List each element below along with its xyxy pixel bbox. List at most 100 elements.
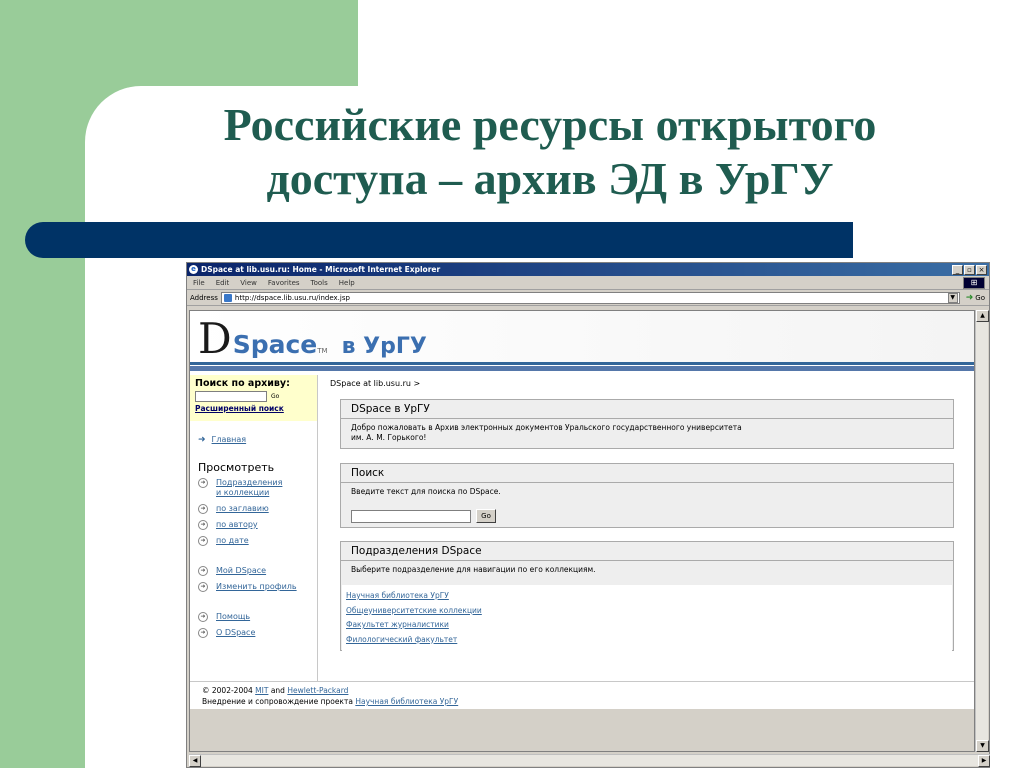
bullet-arrow-icon: ➜ xyxy=(198,566,208,576)
scroll-left-icon[interactable]: ◀ xyxy=(189,755,201,767)
home-link[interactable]: Главная xyxy=(212,435,247,445)
scroll-up-icon[interactable]: ▲ xyxy=(976,310,989,322)
communities-list: Научная библиотека УрГУ Общеуниверситетс… xyxy=(342,585,952,651)
vertical-scrollbar[interactable]: ▲ ▼ xyxy=(975,310,989,752)
communities-link-line1: Подразделения xyxy=(216,478,283,487)
menu-help[interactable]: Help xyxy=(339,279,355,287)
bullet-arrow-icon: ➜ xyxy=(198,478,208,488)
support-link[interactable]: Научная библиотека УрГУ xyxy=(355,697,458,706)
welcome-panel-text: Добро пожаловать в Архив электронных док… xyxy=(341,419,953,447)
horizontal-scrollbar[interactable]: ◀ ▶ xyxy=(189,754,990,767)
slide-title-line2: доступа – архив ЭД в УрГУ xyxy=(266,153,834,204)
dspace-logo[interactable]: D Space TM в УрГУ xyxy=(198,317,427,361)
sidebar-item-edit-profile[interactable]: ➜ Изменить профиль xyxy=(198,582,317,592)
sidebar: Поиск по архиву: Go Расширенный поиск ➜ … xyxy=(190,375,318,681)
sidebar-item-communities[interactable]: ➜ Подразделения и коллекции xyxy=(198,478,317,498)
browse-list: ➜ Подразделения и коллекции ➜ по заглави… xyxy=(190,478,317,638)
window-controls: _ ▫ × xyxy=(952,264,987,275)
bullet-arrow-icon: ➜ xyxy=(198,504,208,514)
logo-urgu: в УрГУ xyxy=(341,334,427,359)
slide-title-line1: Российские ресурсы открытого xyxy=(223,99,877,150)
welcome-text-line2: им. А. М. Горького! xyxy=(351,433,427,442)
sidebar-search-input[interactable] xyxy=(195,391,267,402)
logo-d: D xyxy=(198,314,232,363)
communities-link-line2: и коллекции xyxy=(216,488,270,497)
by-date-link[interactable]: по дате xyxy=(216,536,249,546)
help-link[interactable]: Помощь xyxy=(216,612,250,622)
close-button[interactable]: × xyxy=(976,264,987,275)
sidebar-search-go[interactable]: Go xyxy=(271,393,279,400)
bullet-arrow-icon: ➜ xyxy=(198,536,208,546)
logo-space: Space xyxy=(232,330,318,359)
copyright-prefix: © 2002-2004 xyxy=(202,686,253,695)
menu-edit[interactable]: Edit xyxy=(216,279,230,287)
address-url: http://dspace.lib.usu.ru/index.jsp xyxy=(234,293,350,302)
search-panel-text: Введите текст для поиска по DSpace. xyxy=(351,487,501,496)
main-search-go-button[interactable]: Go xyxy=(476,509,496,523)
page-icon xyxy=(223,293,232,302)
my-dspace-link[interactable]: Мой DSpace xyxy=(216,566,266,576)
bullet-arrow-icon: ➜ xyxy=(198,612,208,622)
main-search-input[interactable] xyxy=(351,509,471,523)
dspace-footer: © 2002-2004 MIT and Hewlett-Packard Внед… xyxy=(190,681,974,709)
communities-link[interactable]: Подразделения и коллекции xyxy=(216,478,282,498)
window-title: DSpace at lib.usu.ru: Home - Microsoft I… xyxy=(201,265,441,274)
breadcrumb[interactable]: DSpace at lib.usu.ru > xyxy=(320,375,974,392)
menu-favorites[interactable]: Favorites xyxy=(268,279,300,287)
mit-link[interactable]: MIT xyxy=(255,686,268,695)
support-prefix: Внедрение и сопровождение проекта xyxy=(202,697,353,706)
edit-profile-link[interactable]: Изменить профиль xyxy=(216,582,297,592)
communities-panel: Подразделения DSpace Выберите подразделе… xyxy=(340,541,954,651)
scroll-right-icon[interactable]: ▶ xyxy=(978,755,990,767)
copyright-line: © 2002-2004 MIT and Hewlett-Packard xyxy=(202,685,962,696)
bullet-arrow-icon: ➜ xyxy=(198,582,208,592)
copyright-and: and xyxy=(270,686,285,695)
scroll-down-icon[interactable]: ▼ xyxy=(976,740,989,752)
sidebar-search: Поиск по архиву: Go Расширенный поиск xyxy=(190,375,317,421)
sidebar-item-my-dspace[interactable]: ➜ Мой DSpace xyxy=(198,566,317,576)
address-dropdown-icon[interactable]: ▼ xyxy=(947,292,958,303)
advanced-search-link[interactable]: Расширенный поиск xyxy=(195,404,312,413)
browser-titlebar: e DSpace at lib.usu.ru: Home - Microsoft… xyxy=(187,263,989,276)
sidebar-item-about[interactable]: ➜ О DSpace xyxy=(198,628,317,638)
bullet-arrow-icon: ➜ xyxy=(198,520,208,530)
welcome-text-line1: Добро пожаловать в Архив электронных док… xyxy=(351,423,742,432)
community-link[interactable]: Научная библиотека УрГУ xyxy=(346,589,948,604)
menu-tools[interactable]: Tools xyxy=(311,279,328,287)
search-panel-title: Поиск xyxy=(341,464,953,483)
search-panel: Поиск Введите текст для поиска по DSpace… xyxy=(340,463,954,528)
go-arrow-icon: ➜ xyxy=(965,292,974,303)
community-link[interactable]: Общеуниверситетские коллекции xyxy=(346,604,948,619)
sidebar-item-home[interactable]: ➜ Главная xyxy=(190,435,317,445)
menu-view[interactable]: View xyxy=(240,279,257,287)
hp-link[interactable]: Hewlett-Packard xyxy=(287,686,348,695)
page-blank-area xyxy=(190,709,974,751)
address-input[interactable]: http://dspace.lib.usu.ru/index.jsp ▼ xyxy=(220,291,960,304)
by-author-link[interactable]: по автору xyxy=(216,520,258,530)
bullet-arrow-icon: ➜ xyxy=(198,628,208,638)
browser-window: e DSpace at lib.usu.ru: Home - Microsoft… xyxy=(186,262,990,768)
about-link[interactable]: О DSpace xyxy=(216,628,255,638)
dspace-header: D Space TM в УрГУ xyxy=(190,311,974,371)
slide-white-top xyxy=(358,0,1024,86)
sidebar-item-by-title[interactable]: ➜ по заглавию xyxy=(198,504,317,514)
minimize-button[interactable]: _ xyxy=(952,264,963,275)
page-viewport: D Space TM в УрГУ Поиск по архиву: Go Ра… xyxy=(189,310,975,752)
dspace-body: Поиск по архиву: Go Расширенный поиск ➜ … xyxy=(190,375,974,681)
menu-file[interactable]: File xyxy=(193,279,205,287)
communities-panel-title: Подразделения DSpace xyxy=(341,542,953,561)
welcome-panel: DSpace в УрГУ Добро пожаловать в Архив э… xyxy=(340,399,954,449)
community-link[interactable]: Филологический факультет xyxy=(346,633,948,648)
welcome-panel-title: DSpace в УрГУ xyxy=(341,400,953,419)
by-title-link[interactable]: по заглавию xyxy=(216,504,269,514)
support-line: Внедрение и сопровождение проекта Научна… xyxy=(202,696,962,707)
browse-title: Просмотреть xyxy=(198,461,275,474)
sidebar-item-by-author[interactable]: ➜ по автору xyxy=(198,520,317,530)
address-go-button[interactable]: ➜ Go xyxy=(966,293,985,303)
restore-button[interactable]: ▫ xyxy=(964,264,975,275)
community-link[interactable]: Факультет журналистики xyxy=(346,618,948,633)
slide-title: Российские ресурсы открытого доступа – а… xyxy=(150,98,950,206)
ie-icon: e xyxy=(189,265,198,274)
sidebar-item-by-date[interactable]: ➜ по дате xyxy=(198,536,317,546)
sidebar-item-help[interactable]: ➜ Помощь xyxy=(198,612,317,622)
